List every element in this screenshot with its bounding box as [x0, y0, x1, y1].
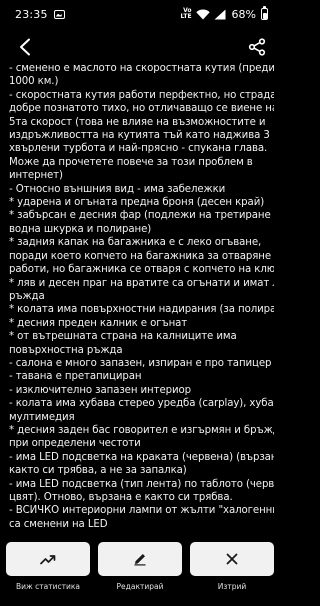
description-line: интернет) [9, 170, 63, 182]
share-button[interactable] [244, 34, 270, 60]
description-line: - има LED подсветка на краката (червена)… [9, 451, 274, 463]
description-line: са сменени на LED [9, 518, 108, 530]
signal-icon [214, 9, 226, 20]
view-statistics-label: Виж статистика [16, 582, 80, 591]
description-line: * от вътрешната страна на калниците има [9, 331, 237, 343]
gallery-icon [53, 9, 65, 19]
description-line: * забърсан е десния фар (подлежи на трет… [9, 210, 274, 222]
status-time: 23:35 [15, 7, 48, 21]
description-line: - Относно външния вид - има забележки [9, 183, 226, 195]
view-statistics-button[interactable] [6, 542, 90, 576]
description-line: Може да прочетете повече за този проблем… [9, 156, 253, 168]
description-line: - колата има хубава стерео уредба (carpl… [9, 398, 274, 410]
action-delete: Изтрий [188, 542, 276, 606]
action-bar: Виж статистика Редактирай Изтрий [0, 538, 280, 606]
delete-button[interactable] [190, 542, 274, 576]
back-button[interactable] [12, 34, 38, 60]
description-line: издръжливостта на кутията тъй като наджи… [9, 130, 270, 142]
volte-indicator: Vo LTE [181, 8, 192, 20]
description-line: * десния преден калник е огънат [9, 317, 188, 329]
top-app-bar [0, 28, 280, 64]
description-line: добре познатото тихо, но отличаващо се в… [9, 103, 274, 115]
description-line: * десния заден бас говорител е изгърмян … [9, 424, 274, 436]
battery-percent: 68% [231, 7, 256, 21]
share-icon [248, 38, 266, 56]
description-line: * ляв и десен праг на вратите са огънати… [9, 277, 274, 289]
edit-label: Редактирай [116, 582, 164, 591]
description-line: - сменено е маслото на скоростната кутия… [9, 63, 274, 74]
action-edit: Редактирай [96, 542, 184, 606]
description-line: хвърлени турбота и най-прясно - спукана … [9, 143, 268, 155]
status-indicators: Vo LTE 68% [181, 6, 268, 21]
description-line: водна шкурка и полиране) [9, 223, 152, 235]
description-line: поради което копчето на багажника за отв… [9, 250, 274, 262]
description-line: - тавана е претапициран [9, 371, 142, 383]
delete-x-icon [226, 553, 238, 565]
description-line: - изключително запазен интериор [9, 384, 191, 396]
chevron-left-icon [20, 38, 30, 56]
volte-bottom: LTE [180, 13, 192, 20]
description-line: - ВСИЧКО интериорни лампи от жълти "хало… [9, 505, 274, 517]
description-line: ръжда [9, 290, 45, 302]
description-line: повърхностна ръжда [9, 344, 123, 356]
description-line: * колата има повърхностни надирания (за … [9, 304, 274, 316]
description-line: цвят). Отново, вързана е както си трябва… [9, 492, 233, 503]
edit-button[interactable] [98, 542, 182, 576]
battery-icon [261, 6, 268, 20]
description-line: както си трябва, а не за запалка) [9, 465, 187, 477]
description-line: * ударена и огъната предна броня (десен … [9, 197, 265, 209]
action-statistics: Виж статистика [4, 542, 92, 606]
description-line: * задния капак на багажника е с леко огъ… [9, 237, 262, 249]
description-line: - скоростната кутия работи перфектно, но… [9, 89, 274, 101]
description-line: работи, но багажника се отваря с копчето… [9, 264, 274, 276]
description-line: - салона е много запазен, изпиран е про … [9, 357, 272, 369]
description-line: при определени честоти [9, 438, 141, 450]
description-line: - има LED подсветка (тип лента) по табло… [9, 478, 274, 490]
description-line: мултимедия [9, 411, 75, 423]
description-line: 5та скорост (това не влияе на възможност… [9, 116, 266, 128]
description-line: 1000 км.) [9, 76, 59, 88]
wifi-icon [195, 8, 210, 20]
edit-pencil-icon [134, 554, 146, 566]
listing-description: - сменено е маслото на скоростната кутия… [9, 62, 274, 536]
status-bar: 23:35 Vo LTE 68% [0, 0, 280, 28]
delete-label: Изтрий [217, 582, 247, 591]
trending-up-icon [40, 555, 56, 565]
